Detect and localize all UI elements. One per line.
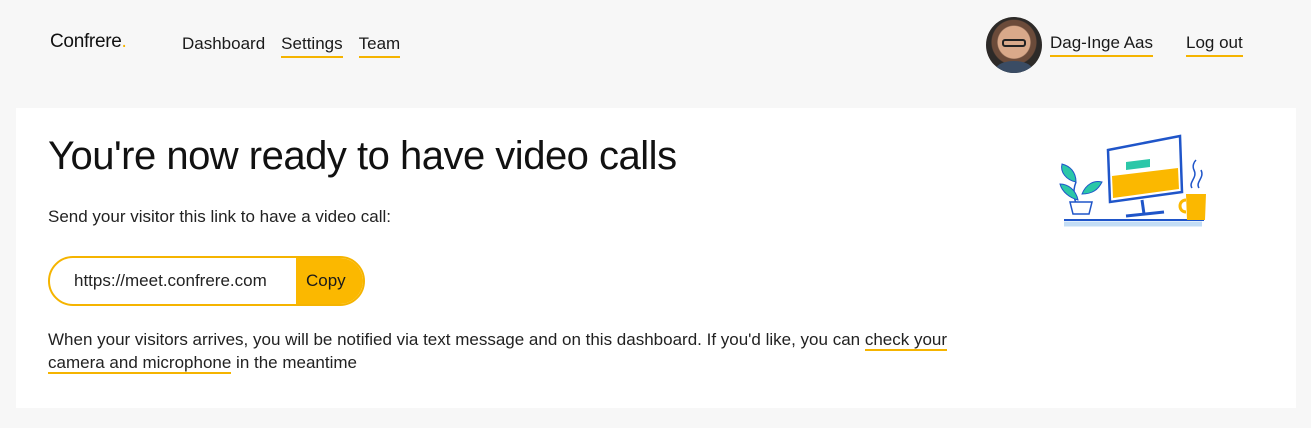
logout-link[interactable]: Log out [1186,33,1243,57]
meeting-link-box: Copy [48,256,365,306]
meeting-link-input[interactable] [50,258,296,304]
nav-settings[interactable]: Settings [281,34,343,58]
instruction-text: Send your visitor this link to have a vi… [48,207,392,226]
logo-text: Confrere [50,31,122,52]
note-text-after: in the meantime [231,353,358,372]
avatar[interactable] [986,17,1042,73]
user-name-link[interactable]: Dag-Inge Aas [1050,33,1154,57]
monitor-icon [1106,134,1184,218]
top-header: Confrere. Dashboard Settings Team Dag-In… [0,0,1311,90]
main-nav: Dashboard Settings Team [182,34,401,58]
logo-dot: . [121,31,127,52]
confrere-logo[interactable]: Confrere. [50,31,127,53]
mug-icon [1178,159,1206,220]
user-menu: Dag-Inge Aas Log out [986,17,1243,73]
nav-team[interactable]: Team [358,34,401,58]
nav-dashboard[interactable]: Dashboard [182,34,265,58]
copy-button[interactable]: Copy [296,258,363,304]
notification-note: When your visitors arrives, you will be … [48,328,948,374]
plant-icon [1059,163,1103,215]
main-card: You're now ready to have video calls Sen… [16,108,1296,408]
page-title: You're now ready to have video calls [48,134,677,178]
note-text-before: When your visitors arrives, you will be … [48,330,865,349]
computer-desk-illustration [1059,134,1206,227]
